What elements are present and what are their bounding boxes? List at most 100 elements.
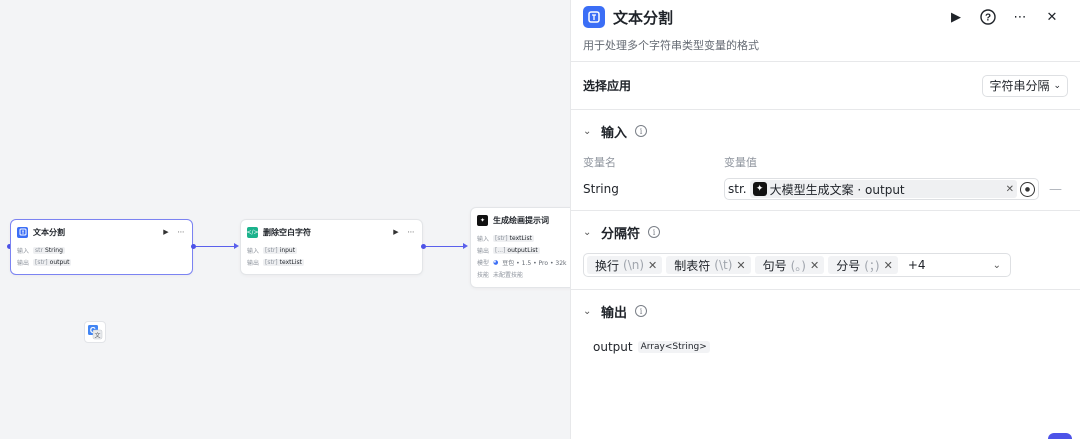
chevron-down-icon: ⌄ [1053, 80, 1061, 91]
separator-multiselect[interactable]: 换行 (\n) ✕ 制表符 (\t) ✕ 句号 (。) ✕ 分号 (；) ✕ +… [583, 253, 1011, 277]
separator-section-title: 分隔符 [601, 226, 641, 242]
more-icon[interactable]: ⋯ [1004, 5, 1036, 29]
output-port[interactable] [421, 244, 426, 249]
run-icon[interactable]: ▶ [940, 5, 972, 29]
svg-text:?: ? [985, 13, 991, 24]
text-split-icon [583, 6, 605, 28]
input-label: 输入 [17, 247, 30, 255]
app-select-row: 选择应用 字符串分隔 ⌄ [571, 62, 1080, 109]
separator-chip[interactable]: 制表符 (\t) ✕ [666, 256, 751, 274]
chip-label: 句号 [762, 258, 787, 273]
variable-name: String [583, 182, 619, 196]
close-icon[interactable]: ✕ [736, 259, 745, 272]
skill-value: 未配置技能 [493, 271, 524, 279]
clear-icon[interactable]: ✕ [1006, 184, 1014, 195]
node-llm-prompt[interactable]: ✦ 生成绘画提示词 输入 [str] textList 输出 [...] outpu… [470, 207, 570, 288]
help-icon[interactable]: ? [972, 5, 1004, 29]
chip-label: 制表符 [674, 258, 711, 273]
separator-section-header[interactable]: ⌄ 分隔符 i [571, 211, 1080, 253]
output-label: 输出 [477, 247, 490, 255]
chip-label: 分号 [836, 258, 861, 273]
output-pill: [...] outputList [493, 246, 540, 254]
panel-description: 用于处理多个字符串类型变量的格式 [583, 39, 759, 52]
output-name: output [593, 340, 633, 354]
model-icon: ◕ [493, 258, 499, 266]
chip-symbol: (\t) [714, 258, 733, 272]
output-label: 输出 [247, 259, 260, 267]
input-label: 输入 [477, 235, 490, 243]
panel-title: 文本分割 [613, 8, 674, 27]
output-pill: [str] textList [263, 258, 304, 266]
separator-chip[interactable]: 分号 (；) ✕ [828, 256, 898, 274]
close-icon[interactable]: ✕ [648, 259, 657, 272]
close-icon[interactable]: ✕ [884, 259, 893, 272]
input-pill: [str] input [263, 246, 298, 254]
info-icon[interactable]: i [635, 125, 648, 137]
translate-icon[interactable]: G 文 [84, 321, 106, 343]
more-icon[interactable]: ⋯ [406, 228, 416, 236]
input-label: 输入 [247, 247, 260, 255]
output-type-tag: Array<String> [637, 341, 710, 353]
node-title: 删除空白字符 [263, 227, 311, 237]
code-icon: </> [246, 226, 259, 238]
output-variable-row: output Array<String> [571, 332, 1080, 362]
svg-text:文: 文 [94, 332, 100, 340]
more-icon[interactable]: ⋯ [176, 228, 186, 236]
input-pill: [str] textList [493, 234, 534, 242]
app-select[interactable]: 字符串分隔 ⌄ [982, 74, 1068, 97]
input-columns: 变量名 变量值 [571, 152, 1080, 172]
workflow-canvas[interactable]: 文本分割 ▶ ⋯ 输入 str String 输出 [str] output </>… [0, 0, 570, 439]
llm-icon: ✦ [752, 182, 767, 196]
run-icon[interactable]: ▶ [161, 228, 171, 236]
edge-1-2 [196, 246, 236, 247]
output-pill: [str] output [33, 258, 72, 266]
variable-value-field[interactable]: str. ✦ 大模型生成文案 · output ✕ ● [724, 178, 1039, 200]
variable-picker-icon[interactable]: ● [1020, 181, 1035, 197]
app-select-value: 字符串分隔 [989, 79, 1050, 93]
chevron-down-icon[interactable]: ⌄ [583, 126, 593, 137]
info-icon[interactable]: i [648, 226, 661, 238]
floating-action-button[interactable] [1048, 433, 1072, 439]
variable-ref: 大模型生成文案 · output [769, 182, 905, 197]
chevron-down-icon[interactable]: ⌄ [583, 227, 593, 238]
close-icon[interactable]: ✕ [1036, 5, 1068, 29]
chip-symbol: (\n) [623, 258, 645, 272]
chip-label: 换行 [595, 258, 620, 273]
col-value: 变量值 [724, 156, 757, 169]
output-section-header[interactable]: ⌄ 输出 i [571, 290, 1080, 332]
edge-2-3-arrow [463, 243, 468, 249]
separator-chip[interactable]: 句号 (。) ✕ [754, 256, 825, 274]
text-split-icon [17, 226, 28, 238]
chip-symbol: (。) [790, 258, 806, 273]
node-text-split[interactable]: 文本分割 ▶ ⋯ 输入 str String 输出 [str] output [10, 219, 196, 275]
node-title: 文本分割 [33, 227, 65, 237]
close-icon[interactable]: ✕ [810, 259, 819, 272]
col-name: 变量名 [583, 156, 616, 169]
output-port[interactable] [191, 244, 196, 249]
input-section-title: 输入 [601, 125, 628, 141]
chip-symbol: (；) [864, 258, 880, 273]
input-pill: str String [33, 246, 65, 254]
app-label: 选择应用 [583, 79, 632, 93]
more-count[interactable]: +4 [908, 258, 926, 272]
edge-2-3 [426, 246, 465, 247]
remove-variable-icon[interactable]: — [1049, 182, 1062, 197]
input-section-header[interactable]: ⌄ 输入 i [571, 110, 1080, 152]
chevron-down-icon[interactable]: ⌄ [583, 306, 593, 317]
run-icon[interactable]: ▶ [391, 228, 401, 236]
type-prefix: str. [728, 182, 747, 196]
separator-chip[interactable]: 换行 (\n) ✕ [587, 256, 663, 274]
output-section-title: 输出 [601, 305, 628, 321]
input-variable-row: String str. ✦ 大模型生成文案 · output ✕ ● — [571, 172, 1080, 206]
model-label: 模型 [477, 259, 490, 267]
skill-label: 技能 [477, 271, 490, 279]
node-trim-whitespace[interactable]: </> 删除空白字符 ▶ ⋯ 输入 [str] input 输出 [str] tex… [240, 219, 426, 275]
edge-1-2-arrow [234, 243, 239, 249]
llm-icon: ✦ [477, 214, 488, 226]
variable-ref-tag[interactable]: ✦ 大模型生成文案 · output ✕ [749, 180, 1017, 198]
chevron-down-icon[interactable]: ⌄ [993, 260, 1001, 271]
node-settings-panel: 文本分割 ▶ ? ⋯ ✕ 用于处理多个字符串类型变量的格式 选择应用 字符串分隔… [570, 0, 1080, 439]
node-title: 生成绘画提示词 [493, 215, 549, 225]
info-icon[interactable]: i [635, 305, 648, 317]
output-label: 输出 [17, 259, 30, 267]
